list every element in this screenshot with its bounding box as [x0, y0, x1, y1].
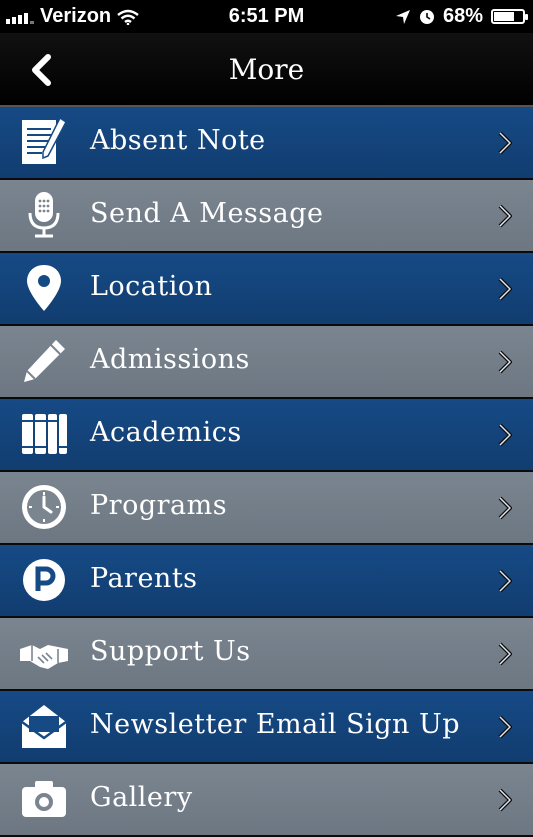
- menu-item-absent-note[interactable]: Absent Note: [0, 107, 533, 180]
- menu-item-label: Send A Message: [90, 198, 324, 229]
- camera-icon: [18, 773, 70, 825]
- navigation-bar: More: [0, 33, 533, 107]
- parking-icon: [18, 554, 70, 606]
- menu-item-label: Support Us: [90, 636, 251, 667]
- menu-list: Absent Note Send A Message Location Admissi…: [0, 107, 533, 837]
- chevron-right-icon: [495, 788, 513, 812]
- battery-icon: [491, 9, 528, 24]
- menu-item-support-us[interactable]: Support Us: [0, 618, 533, 691]
- menu-item-programs[interactable]: Programs: [0, 472, 533, 545]
- battery-fill: [494, 12, 515, 21]
- menu-item-gallery[interactable]: Gallery: [0, 764, 533, 837]
- menu-item-parents[interactable]: Parents: [0, 545, 533, 618]
- microphone-icon: [18, 189, 70, 241]
- menu-item-label: Admissions: [90, 344, 250, 375]
- status-right: 68%: [395, 5, 528, 28]
- location-arrow-icon: [395, 9, 410, 24]
- chevron-right-icon: [495, 131, 513, 155]
- menu-item-location[interactable]: Location: [0, 253, 533, 326]
- chevron-right-icon: [495, 569, 513, 593]
- menu-item-label: Absent Note: [90, 125, 266, 156]
- page-title: More: [228, 53, 305, 86]
- books-icon: [18, 408, 70, 460]
- menu-item-admissions[interactable]: Admissions: [0, 326, 533, 399]
- menu-item-label: Location: [90, 271, 213, 302]
- menu-item-label: Academics: [90, 417, 242, 448]
- menu-item-send-a-message[interactable]: Send A Message: [0, 180, 533, 253]
- handshake-icon: [18, 627, 70, 679]
- menu-item-label: Programs: [90, 490, 228, 521]
- alarm-clock-icon: [419, 9, 434, 24]
- note-icon: [18, 116, 70, 168]
- chevron-right-icon: [495, 715, 513, 739]
- chevron-right-icon: [495, 204, 513, 228]
- envelope-icon: [18, 700, 70, 752]
- chevron-right-icon: [495, 642, 513, 666]
- location-pin-icon: [18, 262, 70, 314]
- chevron-right-icon: [495, 350, 513, 374]
- chevron-right-icon: [495, 496, 513, 520]
- battery-percent: 68%: [442, 5, 483, 27]
- menu-item-label: Gallery: [90, 782, 193, 813]
- menu-item-academics[interactable]: Academics: [0, 399, 533, 472]
- chevron-right-icon: [495, 423, 513, 447]
- menu-item-newsletter-email-sign-up[interactable]: Newsletter Email Sign Up: [0, 691, 533, 764]
- menu-item-label: Parents: [90, 563, 198, 594]
- chevron-right-icon: [495, 277, 513, 301]
- status-bar: Verizon 6:51 PM 68%: [0, 0, 533, 33]
- pencil-icon: [18, 335, 70, 387]
- clock-icon: [18, 481, 70, 533]
- menu-item-label: Newsletter Email Sign Up: [90, 709, 461, 740]
